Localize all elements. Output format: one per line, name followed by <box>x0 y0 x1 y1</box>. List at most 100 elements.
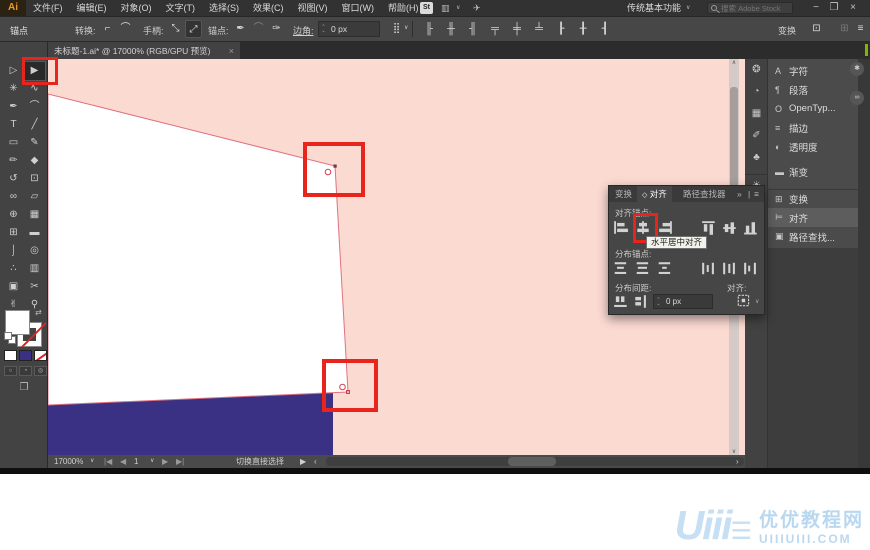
isolate-icon[interactable]: ⊡ <box>808 20 825 38</box>
chevron-down-icon[interactable]: ∨ <box>755 298 759 305</box>
scroll-up-icon[interactable]: ∧ <box>729 59 739 66</box>
hide-handles-icon[interactable]: ⤢ <box>185 20 202 38</box>
menu-item-1[interactable]: 编辑(E) <box>70 0 114 16</box>
flyout-item-8[interactable]: ▣ 路径查找... <box>768 227 858 246</box>
restore-button[interactable]: ❐ <box>826 0 842 16</box>
draw-normal-icon[interactable]: ○ <box>4 366 17 376</box>
screen-mode-icon[interactable]: ❐ <box>15 382 33 396</box>
align-h-center-icon[interactable]: ╫ <box>440 20 462 38</box>
distribute-right-icon[interactable]: ┨ <box>594 20 616 38</box>
horizontal-distribute-space-button[interactable] <box>633 294 649 309</box>
flyout-item-3[interactable]: ≡ 描边 <box>768 118 858 137</box>
menu-item-3[interactable]: 文字(T) <box>159 0 203 16</box>
spacing-stepper[interactable]: ⌃ ⌄ 0 px <box>653 294 713 309</box>
prev-artboard-icon[interactable]: ◀ <box>120 455 126 468</box>
arrange-documents-icon[interactable]: ▥ <box>441 0 450 16</box>
zoom-level[interactable]: 17000% <box>54 455 83 468</box>
collapse-panel-icon[interactable]: » <box>737 186 742 202</box>
flyout-item-5[interactable]: ▬ 渐变 <box>768 162 858 181</box>
paintbrush-tool[interactable]: ✎ <box>24 134 45 152</box>
align-right-icon[interactable]: ╢ <box>462 20 484 38</box>
share-icon[interactable]: ✈ <box>473 0 481 16</box>
vertical-distribute-center-button[interactable] <box>635 261 651 276</box>
type-tool[interactable]: T <box>3 116 24 134</box>
close-button[interactable]: × <box>845 0 861 16</box>
close-tab-icon[interactable]: × <box>229 46 234 56</box>
symbols-panel-icon[interactable]: ♣ <box>745 147 768 169</box>
align-left-button[interactable] <box>613 220 629 235</box>
eraser-tool[interactable]: ◆ <box>24 152 45 170</box>
vertical-distribute-top-button[interactable] <box>613 261 629 276</box>
flyout-item-6[interactable]: ⊞ 变换 <box>768 189 858 208</box>
status-marker-icon[interactable]: ▶ <box>300 455 306 468</box>
align-to-selection-icon[interactable] <box>736 293 752 308</box>
select-similar-icon[interactable]: ⣿ <box>388 20 405 38</box>
free-transform-tool[interactable]: ▱ <box>24 188 45 206</box>
shape-builder-tool[interactable]: ⊕ <box>3 206 24 224</box>
grid-icon[interactable]: ⊞ <box>836 20 853 38</box>
vertical-distribute-space-button[interactable] <box>613 294 629 309</box>
flyout-item-1[interactable]: ¶ 段落 <box>768 80 858 99</box>
scroll-left-icon[interactable]: ‹ <box>314 455 317 468</box>
flyout-item-2[interactable]: O OpenTyp... <box>768 99 858 118</box>
convert-to-smooth-icon[interactable]: ⌒ <box>117 20 134 38</box>
next-artboard-icon[interactable]: ▶ <box>162 455 168 468</box>
tab-align[interactable]: ◇ 对齐 <box>637 186 672 204</box>
search-box[interactable] <box>707 2 793 14</box>
color-button[interactable] <box>4 350 17 361</box>
flyout-item-7[interactable]: ⊨ 对齐 <box>768 208 858 227</box>
stepper-arrows-icon[interactable]: ⌃ ⌄ <box>654 297 663 306</box>
gradient-button[interactable] <box>19 350 32 361</box>
align-left-icon[interactable]: ╟ <box>418 20 440 38</box>
rectangle-tool[interactable]: ▭ <box>3 134 24 152</box>
rotate-tool[interactable]: ↺ <box>3 170 24 188</box>
pen-tool[interactable]: ✒ <box>3 98 24 116</box>
scroll-down-icon[interactable]: ∨ <box>729 448 739 455</box>
slice-tool[interactable]: ✂ <box>24 278 45 296</box>
align-bottom-icon[interactable]: ╧ <box>528 20 550 38</box>
convert-to-corner-icon[interactable]: ⌐ <box>99 20 116 38</box>
creative-cloud-icon[interactable]: ∞ <box>850 91 864 105</box>
corner-link[interactable]: 边角: <box>293 24 314 37</box>
perspective-grid-tool[interactable]: ▦ <box>24 206 45 224</box>
first-artboard-icon[interactable]: |◀ <box>104 455 112 468</box>
line-segment-tool[interactable]: ╱ <box>24 116 45 134</box>
menu-item-6[interactable]: 视图(V) <box>291 0 335 16</box>
menu-item-0[interactable]: 文件(F) <box>26 0 70 16</box>
color-guide-panel-icon[interactable]: ◔ <box>745 81 768 103</box>
align-top-icon[interactable]: ╤ <box>484 20 506 38</box>
cut-path-icon[interactable]: ⌒ <box>250 20 267 38</box>
artboard-number[interactable]: 1 <box>134 455 138 468</box>
menu-item-2[interactable]: 对象(O) <box>114 0 159 16</box>
show-handles-icon[interactable]: ⤡ <box>167 20 184 38</box>
draw-inside-icon[interactable]: ◎ <box>34 366 47 376</box>
draw-behind-icon[interactable]: ◔ <box>19 366 32 376</box>
minimize-button[interactable]: − <box>808 0 824 16</box>
gradient-tool[interactable]: ▬ <box>24 224 45 242</box>
chevron-down-icon[interactable]: ∨ <box>404 24 408 31</box>
scroll-right-icon[interactable]: › <box>736 455 739 468</box>
bridge-icon[interactable]: ▦ <box>396 0 405 16</box>
adobe-stock-icon[interactable]: St <box>420 2 433 14</box>
panel-menu-icon[interactable]: ≡ <box>852 20 869 38</box>
horizontal-scroll-thumb[interactable] <box>508 457 556 466</box>
align-right-button[interactable] <box>657 220 673 235</box>
mesh-tool[interactable]: ⊞ <box>3 224 24 242</box>
horizontal-distribute-right-button[interactable] <box>743 261 759 276</box>
menu-item-7[interactable]: 窗口(W) <box>335 0 382 16</box>
symbol-sprayer-tool[interactable]: ∴ <box>3 260 24 278</box>
last-artboard-icon[interactable]: ▶| <box>176 455 184 468</box>
vertical-distribute-bottom-button[interactable] <box>657 261 673 276</box>
distribute-left-icon[interactable]: ┠ <box>550 20 572 38</box>
flyout-item-0[interactable]: A 字符 <box>768 61 858 80</box>
artboard-tool[interactable]: ▣ <box>3 278 24 296</box>
horizontal-distribute-left-button[interactable] <box>701 261 717 276</box>
remove-anchor-icon[interactable]: ✑ <box>268 20 285 38</box>
shaper-tool[interactable]: ✏ <box>3 152 24 170</box>
stepper-arrows-icon[interactable]: ⌃ ⌄ <box>319 25 328 34</box>
none-button[interactable] <box>34 350 47 361</box>
tab-pathfinder[interactable]: 路径查找器 <box>683 186 726 202</box>
eyedropper-tool[interactable]: ⌡ <box>3 242 24 260</box>
chevron-down-icon[interactable]: ∨ <box>686 0 690 16</box>
flyout-item-4[interactable]: ◐ 透明度 <box>768 137 858 156</box>
